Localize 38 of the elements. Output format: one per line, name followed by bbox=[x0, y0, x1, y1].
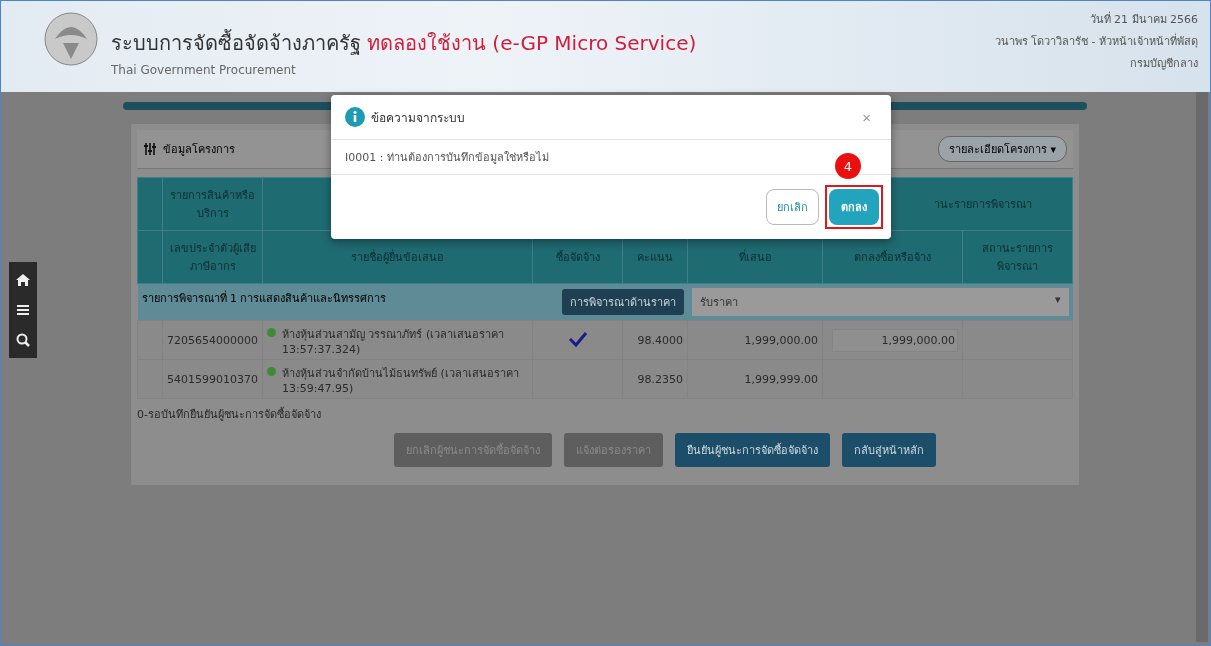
close-button[interactable]: × bbox=[856, 107, 877, 127]
table-cell: 98.4000 bbox=[622, 320, 688, 360]
menu-icon[interactable] bbox=[15, 302, 31, 318]
system-title: ระบบการจัดซื้อจัดจ้างภาครัฐ bbox=[111, 31, 361, 55]
table-header: สถานะรายการพิจารณา bbox=[962, 230, 1073, 284]
table-cell: 98.2350 bbox=[622, 359, 688, 399]
action-button[interactable]: ยืนยันผู้ชนะการจัดซื้อจัดจ้าง bbox=[675, 433, 830, 467]
panel-title: ข้อมูลโครงการ bbox=[163, 142, 235, 158]
status-dot-icon bbox=[267, 327, 276, 337]
user-name: วนาพร โดวาวิลารัช - หัวหน้าเจ้าหน้าที่พัสดุ bbox=[994, 32, 1198, 50]
table-cell: 7205654000000 bbox=[162, 320, 263, 360]
project-details-button[interactable]: รายละเอียดโครงการ ▾ bbox=[937, 136, 1067, 162]
bidder-name: ห้างหุ้นส่วนสามัญ วรรณาภัทร์ (เวลาเสนอราคา 13:57:37.324) bbox=[282, 326, 506, 356]
status-select[interactable]: รับราคา ▾ bbox=[691, 288, 1069, 316]
trial-label: ทดลองใช้งาน (e-GP Micro Service) bbox=[367, 31, 697, 55]
status-note: 0-รอบันทึกยืนยันผู้ชนะการจัดซื้อจัดจ้าง bbox=[137, 406, 322, 423]
info-icon bbox=[345, 107, 365, 127]
cancel-button[interactable]: ยกเลิก bbox=[766, 189, 819, 225]
table-cell: 5401599010370 bbox=[162, 359, 263, 399]
bidder-name: ห้างหุ้นส่วนจำกัดบ้านไม้ธนทรัพย์ (เวลาเสนอราคา 13:59:47.95) bbox=[282, 365, 520, 395]
table-cell: 1,999,000.00 bbox=[687, 320, 823, 360]
dialog-title: ข้อความจากระบบ bbox=[371, 109, 465, 127]
sliders-icon bbox=[143, 142, 157, 156]
group-label: รายการพิจารณาที่ 1 การแสดงสินค้าและนิทรรศการ bbox=[141, 292, 387, 305]
status-dot-icon bbox=[267, 366, 276, 376]
step-badge: 4 bbox=[835, 153, 861, 179]
date-text: วันที่ 21 มีนาคม 2566 bbox=[1088, 10, 1198, 28]
action-button[interactable]: กลับสู่หน้าหลัก bbox=[842, 433, 936, 467]
ok-button[interactable]: ตกลง bbox=[829, 189, 879, 225]
subtitle: Thai Government Procurement bbox=[111, 63, 297, 77]
table-header: รายการสินค้าหรือบริการ bbox=[162, 177, 263, 231]
table-header: เลขประจำตัวผู้เสียภาษีอากร bbox=[162, 230, 263, 284]
price-consideration-button[interactable]: การพิจารณาด้านราคา bbox=[561, 289, 684, 315]
department-name: กรมบัญชีกลาง bbox=[1129, 56, 1198, 72]
search-icon[interactable] bbox=[15, 332, 31, 348]
agreed-price-field: 1,999,000.00 bbox=[832, 328, 958, 352]
table-cell: 1,999,999.00 bbox=[687, 359, 823, 399]
home-icon[interactable] bbox=[15, 272, 31, 288]
